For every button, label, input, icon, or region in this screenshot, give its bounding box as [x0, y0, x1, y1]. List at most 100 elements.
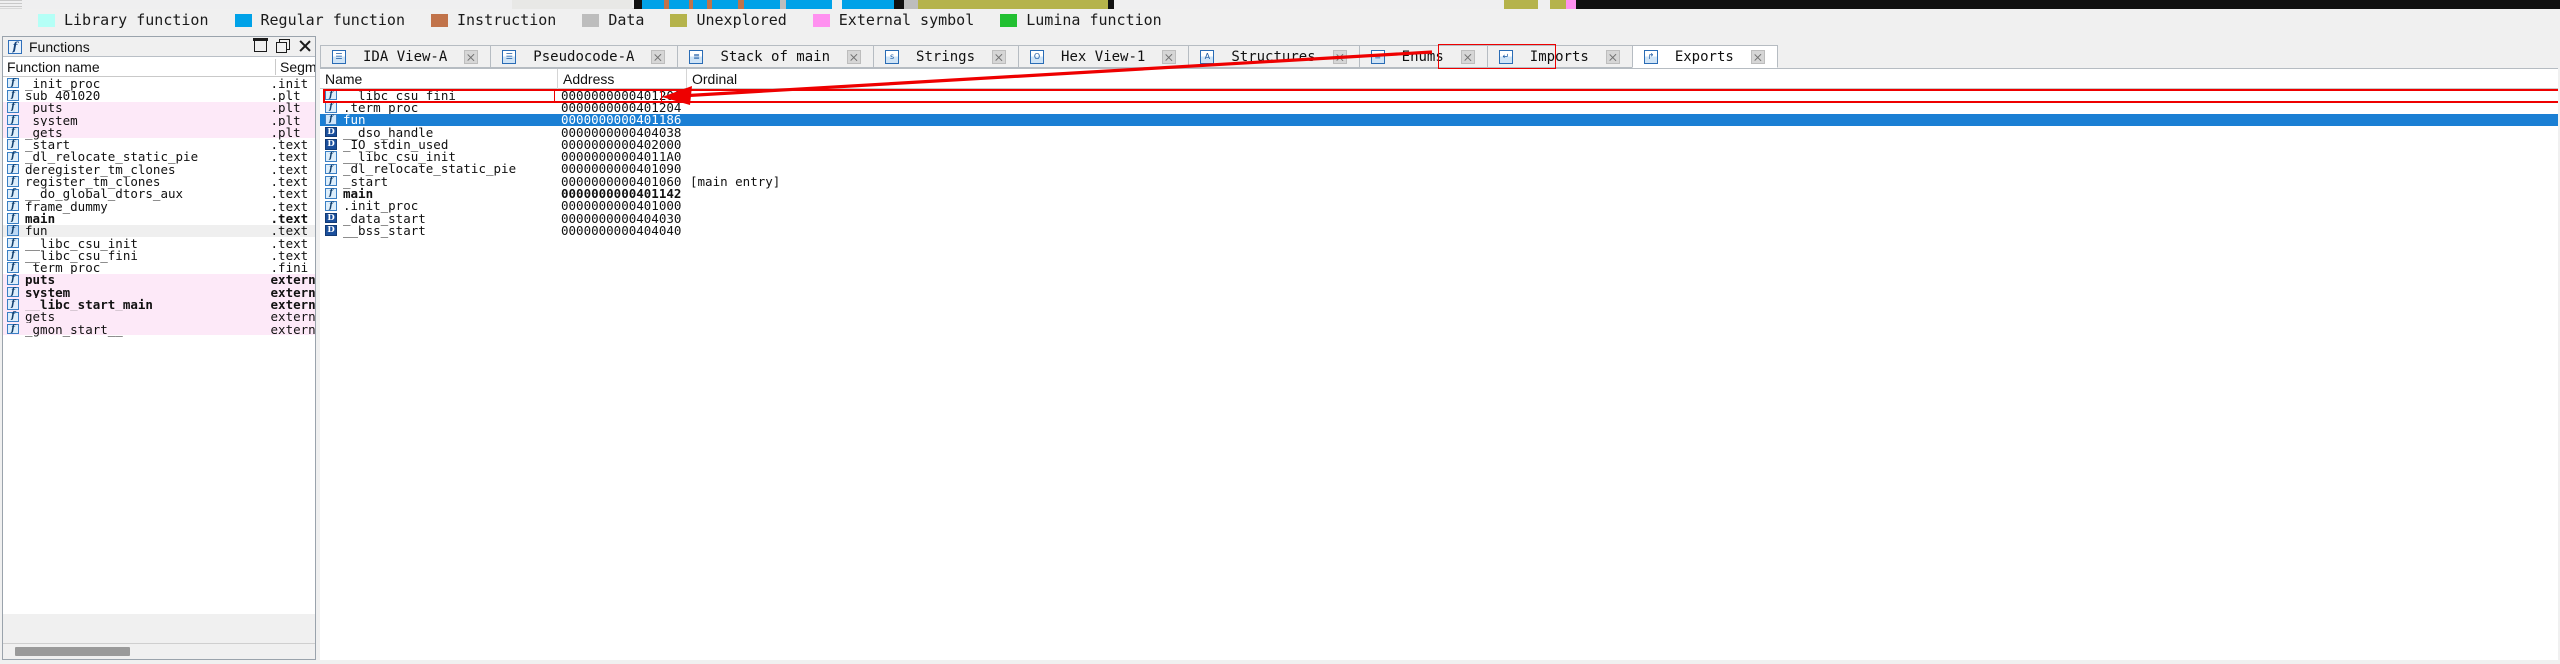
column-header-name[interactable]: Name	[320, 69, 557, 89]
function-icon: f	[325, 89, 337, 101]
function-icon: f	[7, 127, 19, 138]
tab-close-icon[interactable]	[1605, 49, 1620, 64]
tab-close-icon[interactable]	[1332, 49, 1347, 64]
navband-segment	[642, 0, 664, 9]
functions-panel: f Functions Function name Segme f_init_p…	[2, 36, 316, 660]
function-icon: f	[7, 237, 19, 249]
tab-label: Pseudocode-A	[533, 48, 635, 65]
navband-segment	[904, 0, 918, 9]
navband-segment	[894, 0, 904, 9]
tab-close-icon[interactable]	[651, 49, 666, 64]
legend-swatch	[38, 13, 55, 27]
legend-item: Unexplored	[670, 11, 787, 29]
legend-label: Regular function	[260, 11, 406, 29]
doc-icon: ☰	[332, 49, 346, 64]
function-icon: f	[325, 188, 337, 199]
tab-label: Exports	[1674, 48, 1734, 65]
tab-label: Strings	[916, 48, 976, 65]
tab-enums[interactable]: ≡ Enums	[1358, 45, 1488, 68]
data-symbol-icon: D	[325, 225, 337, 236]
strings-icon: s	[885, 49, 900, 64]
column-header-function-name[interactable]: Function name	[3, 59, 275, 75]
navband-segment	[1538, 0, 1550, 9]
navband-segment	[512, 0, 632, 9]
export-row[interactable]: D __bss_start 0000000000404040	[320, 222, 2558, 238]
tab-ida-view-a[interactable]: ☰ IDA View-A	[320, 45, 492, 68]
functions-titlebar: f Functions	[3, 37, 315, 57]
tab-structures[interactable]: A Structures	[1188, 45, 1360, 68]
navband-segment	[1566, 0, 1576, 9]
functions-horizontal-scrollbar[interactable]	[3, 643, 315, 659]
function-icon: f	[7, 299, 19, 310]
exports-icon: ↱	[1643, 49, 1658, 64]
tab-imports[interactable]: ↵ Imports	[1486, 45, 1633, 68]
navband-segment	[842, 0, 894, 9]
function-icon: f	[325, 175, 337, 187]
legend-label: Instruction	[457, 11, 557, 29]
navband-segment	[786, 0, 832, 9]
tab-label: IDA View-A	[363, 48, 448, 65]
navband-segment	[1550, 0, 1566, 9]
column-header-ordinal[interactable]: Ordinal	[686, 68, 1286, 89]
legend-item: Regular function	[234, 11, 406, 29]
ida-main-window: Library function Regular function Instruct…	[0, 0, 2560, 664]
close-icon[interactable]	[298, 39, 311, 52]
data-symbol-icon: D	[325, 126, 337, 138]
legend-item: Instruction	[431, 11, 556, 29]
legend-item: Lumina function	[1000, 11, 1162, 29]
legend-item: Library function	[38, 11, 209, 29]
legend-swatch	[1000, 13, 1018, 27]
tab-label: Imports	[1529, 48, 1589, 65]
function-icon: f	[7, 188, 19, 200]
legend-label: Unexplored	[696, 11, 787, 29]
navband-segment	[693, 0, 707, 9]
function-icon: f	[7, 102, 19, 113]
navband-segment	[1576, 0, 2560, 9]
legend-swatch	[234, 13, 252, 27]
scrollbar-thumb[interactable]	[15, 647, 130, 656]
legend-item: External symbol	[812, 11, 974, 29]
function-icon: f	[7, 323, 19, 335]
tab-stack-of-main[interactable]: ≣ Stack of main	[677, 45, 875, 68]
tab-strings[interactable]: s Strings	[873, 45, 1020, 68]
export-name: __bss_start	[343, 222, 426, 238]
exports-column-headers: Name Address Ordinal	[320, 68, 2558, 89]
legend-label: Data	[608, 11, 645, 29]
legend-swatch	[582, 13, 600, 27]
tab-exports[interactable]: ↱ Exports	[1631, 45, 1778, 68]
view-tabbar[interactable]: ☰ IDA View-A ☰ Pseudocode-A ≣ Stack of main s S…	[320, 44, 2558, 68]
function-icon: f	[325, 163, 337, 175]
maximize-icon[interactable]	[253, 38, 268, 52]
tab-close-icon[interactable]	[464, 49, 479, 64]
tab-label: Hex View-1	[1061, 48, 1146, 65]
legend-item: Data	[582, 11, 644, 29]
navigation-band[interactable]	[0, 0, 2560, 9]
function-icon: f	[325, 151, 337, 162]
function-icon: f	[7, 274, 19, 286]
tab-close-icon[interactable]	[1460, 49, 1475, 64]
exports-list[interactable]: f __libc_csu_fini 0000000000401200 f .term_p…	[320, 88, 2558, 238]
tab-close-icon[interactable]	[992, 49, 1007, 64]
tab-hex-view-1[interactable]: O Hex View-1	[1018, 45, 1190, 68]
legend-swatch	[670, 13, 688, 27]
function-icon: f	[7, 176, 19, 187]
function-icon: f	[7, 114, 19, 126]
exports-panel: Name Address Ordinal f __libc_csu_fini 000…	[320, 68, 2558, 660]
functions-list[interactable]: f _init_proc .init f sub_401020 .plt f _puts .pl…	[3, 77, 315, 614]
function-icon: f	[325, 200, 337, 212]
function-name: _gmon_start__	[25, 321, 123, 337]
tab-close-icon[interactable]	[1750, 49, 1765, 64]
tab-close-icon[interactable]	[847, 49, 862, 64]
function-icon: f	[7, 225, 19, 236]
functions-window-buttons	[253, 38, 311, 53]
tab-label: Enums	[1401, 48, 1444, 65]
tab-close-icon[interactable]	[1162, 49, 1177, 64]
column-header-address[interactable]: Address	[557, 68, 686, 89]
export-address: 0000000000404040	[561, 222, 682, 238]
column-header-segment[interactable]: Segme	[275, 58, 315, 75]
function-icon: f	[7, 311, 19, 323]
tab-pseudocode-a[interactable]: ☰ Pseudocode-A	[490, 45, 679, 68]
restore-icon[interactable]	[276, 39, 290, 53]
function-row[interactable]: f _gmon_start__ extern	[3, 321, 315, 337]
functions-column-headers: Function name Segme	[3, 57, 315, 77]
